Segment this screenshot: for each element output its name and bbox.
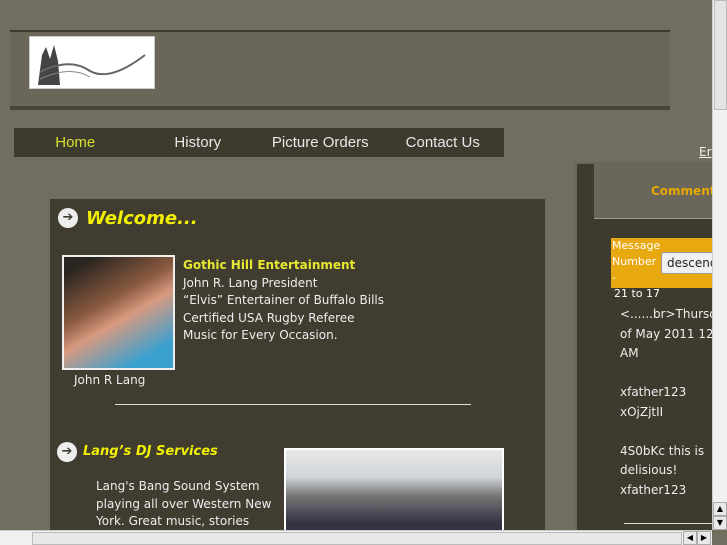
welcome-heading: Welcome... bbox=[86, 208, 198, 229]
message-number-label: Message Number - bbox=[612, 239, 661, 284]
nav-history[interactable]: History bbox=[137, 128, 260, 157]
horizontal-scrollbar[interactable]: ◀ ▶ bbox=[0, 530, 712, 545]
comment-line: xfather123 bbox=[620, 385, 687, 399]
comment-line: 4S0bKc this is bbox=[620, 443, 705, 458]
nav-picture-orders[interactable]: Picture Orders bbox=[259, 128, 382, 157]
comment-line: xfather123 bbox=[620, 482, 687, 497]
scrollbar-thumb[interactable] bbox=[714, 0, 727, 110]
dj-services-heading: Lang’s DJ Services bbox=[83, 444, 218, 459]
comment-line: AM bbox=[620, 346, 639, 360]
scroll-up-icon[interactable]: ▲ bbox=[713, 502, 727, 516]
john-lang-photo bbox=[62, 255, 175, 370]
intro-line: Music for Every Occasion. bbox=[183, 328, 338, 342]
vertical-scrollbar[interactable]: ▲ ▼ bbox=[712, 0, 727, 530]
divider bbox=[624, 523, 717, 524]
scroll-down-icon[interactable]: ▼ bbox=[713, 516, 727, 530]
photo-caption: John R Lang bbox=[74, 373, 146, 387]
dj-services-text: Lang's Bang Sound System playing all ove… bbox=[96, 479, 272, 528]
comment-line: xOjZjtII bbox=[620, 404, 664, 419]
intro-line: “Elvis” Entertainer of Buffalo Bills bbox=[183, 293, 385, 307]
scroll-left-icon[interactable]: ◀ bbox=[683, 531, 697, 545]
nav-home[interactable]: Home bbox=[14, 128, 137, 157]
company-name: Gothic Hill Entertainment bbox=[183, 258, 356, 272]
message-sort-bar: Message Number - 21 to 17 descending bbox=[611, 238, 721, 300]
comment-line: <......br>Thursday bbox=[620, 307, 717, 321]
scroll-right-icon[interactable]: ▶ bbox=[697, 531, 711, 545]
message-range: 21 to 17 bbox=[614, 287, 661, 300]
intro-line: John R. Lang President bbox=[183, 275, 318, 290]
intro-line: Certified USA Rugby Referee bbox=[183, 310, 355, 325]
arrow-right-icon: ➔ bbox=[57, 442, 77, 462]
main-nav: Home History Picture Orders Contact Us bbox=[14, 128, 504, 157]
language-link[interactable]: Er bbox=[699, 145, 712, 159]
site-logo[interactable] bbox=[29, 36, 155, 89]
arrow-right-icon: ➔ bbox=[58, 208, 78, 228]
comment-line: delisious! bbox=[620, 463, 678, 477]
intro-text: Gothic Hill Entertainment John R. Lang P… bbox=[183, 257, 384, 345]
castle-music-logo-icon bbox=[38, 45, 146, 85]
main-content: ➔ Welcome... John R Lang Gothic Hill Ent… bbox=[50, 199, 545, 543]
comments-panel: Comments Message Number - 21 to 17 desce… bbox=[575, 162, 723, 532]
comments-header: Comments bbox=[594, 164, 723, 219]
comment-line: of May 2011 12 bbox=[620, 326, 714, 341]
divider bbox=[115, 404, 471, 405]
nav-contact-us[interactable]: Contact Us bbox=[382, 128, 505, 157]
comment-list: <......br>Thursday of May 2011 12 AM xfa… bbox=[620, 305, 717, 500]
scrollbar-thumb[interactable] bbox=[32, 532, 682, 545]
elvis-stadium-photo bbox=[284, 448, 504, 543]
